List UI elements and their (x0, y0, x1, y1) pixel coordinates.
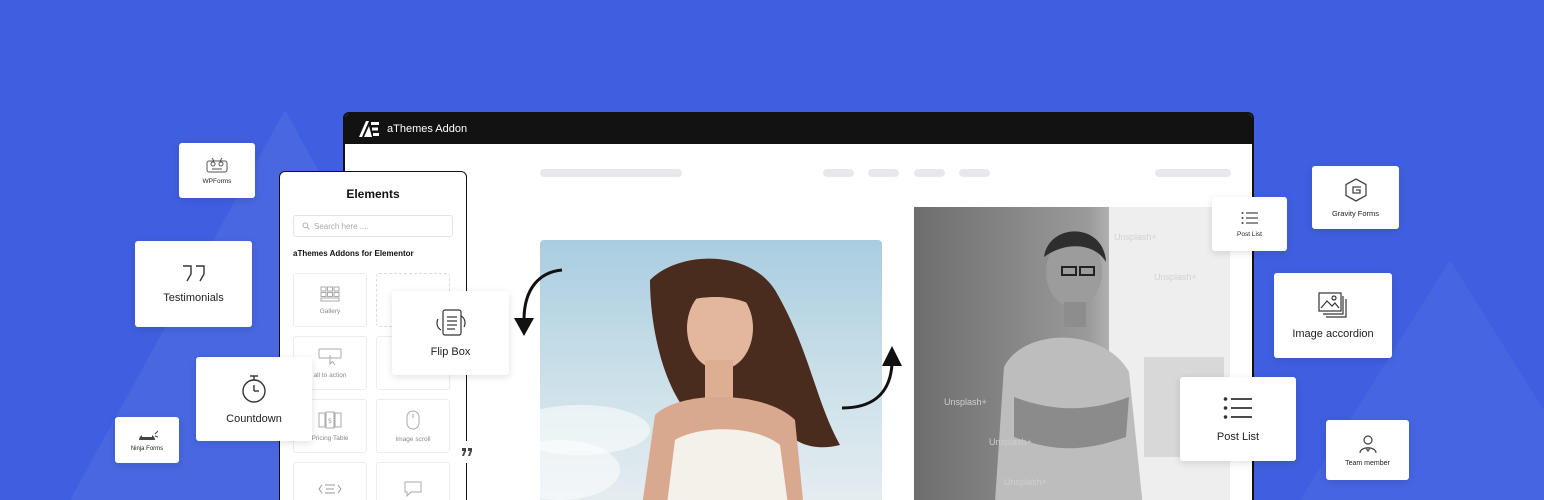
placeholder-nav-item (914, 169, 945, 177)
card-gravity-forms[interactable]: Gravity Forms (1312, 166, 1399, 229)
placeholder-nav-item (823, 169, 854, 177)
call-to-action-icon (318, 348, 342, 365)
section-title: aThemes Addons for Elementor (293, 249, 414, 258)
ninja-forms-icon (139, 430, 158, 440)
card-label: Flip Box (430, 345, 471, 358)
watermark-text: Unsplash+ (1154, 272, 1197, 282)
woman-photo (540, 240, 882, 500)
placeholder-nav-item (959, 169, 990, 177)
search-icon (302, 222, 310, 230)
stopwatch-icon (242, 374, 266, 403)
text-align-icon (318, 484, 342, 494)
card-label: Gravity Forms (1331, 208, 1380, 218)
card-team-member[interactable]: Team member (1326, 420, 1409, 480)
athemes-logo-icon (359, 121, 379, 137)
watermark-text: Unsplash+ (944, 397, 987, 407)
window-title: aThemes Addon (387, 123, 468, 135)
speech-bubble-icon (404, 481, 422, 497)
card-label: Ninja Forms (130, 446, 164, 452)
widget-label: Gallery (319, 307, 341, 315)
widget-gallery[interactable]: Gallery (293, 273, 367, 327)
card-label: Testimonials (163, 292, 224, 304)
window-titlebar: aThemes Addon (345, 114, 1252, 144)
widget-label: Pricing Table (311, 434, 349, 442)
mouse-scroll-icon (406, 410, 420, 429)
widget-speech-bubble[interactable] (376, 462, 450, 500)
card-label: Team member (1345, 459, 1390, 467)
pricing-table-icon: $ (318, 411, 342, 428)
card-label: Image accordion (1292, 327, 1374, 340)
widget-image-scroll[interactable]: Image scroll (376, 399, 450, 453)
card-label: Post List (1237, 230, 1262, 238)
card-ninja-forms[interactable]: Ninja Forms (115, 417, 179, 463)
quote-icon (182, 265, 205, 282)
widget-label: Image scroll (395, 435, 431, 443)
card-wpforms[interactable]: WPForms (179, 143, 255, 198)
list-icon (1241, 211, 1258, 224)
widget-label: all to action (313, 371, 347, 379)
card-flip-box[interactable]: Flip Box (392, 291, 509, 375)
wpforms-icon (206, 157, 228, 172)
watermark-text: Unsplash+ (1004, 477, 1047, 487)
card-post-list-small[interactable]: Post List (1212, 197, 1287, 251)
watermark-text: Unsplash+ (1114, 232, 1157, 242)
search-input[interactable]: Search here .... (293, 215, 453, 237)
gallery-icon (320, 286, 340, 301)
user-icon (1358, 434, 1377, 453)
card-label: WPForms (202, 177, 232, 185)
panel-heading: Elements (346, 187, 400, 201)
card-label: Post List (1216, 430, 1260, 443)
image-accordion-icon (1318, 291, 1347, 318)
list-icon (1223, 396, 1252, 419)
watermark-text: Unsplash+ (989, 437, 1032, 447)
flip-box-icon (435, 308, 466, 336)
card-testimonials[interactable]: Testimonials (135, 241, 252, 327)
card-image-accordion[interactable]: Image accordion (1274, 273, 1392, 358)
placeholder-bar (1155, 169, 1231, 177)
search-placeholder: Search here .... (314, 221, 369, 231)
placeholder-bar (540, 169, 682, 177)
curved-arrow-icon (514, 268, 563, 336)
gravity-forms-icon (1344, 177, 1367, 202)
placeholder-nav-item (868, 169, 899, 177)
widget-text-align[interactable] (293, 462, 367, 500)
svg-text:$: $ (328, 417, 332, 425)
card-post-list-large[interactable]: Post List (1180, 377, 1296, 461)
curved-arrow-icon (841, 346, 902, 410)
quote-icon (456, 441, 478, 463)
card-label: Countdown (226, 412, 282, 425)
card-countdown[interactable]: Countdown (196, 357, 312, 441)
